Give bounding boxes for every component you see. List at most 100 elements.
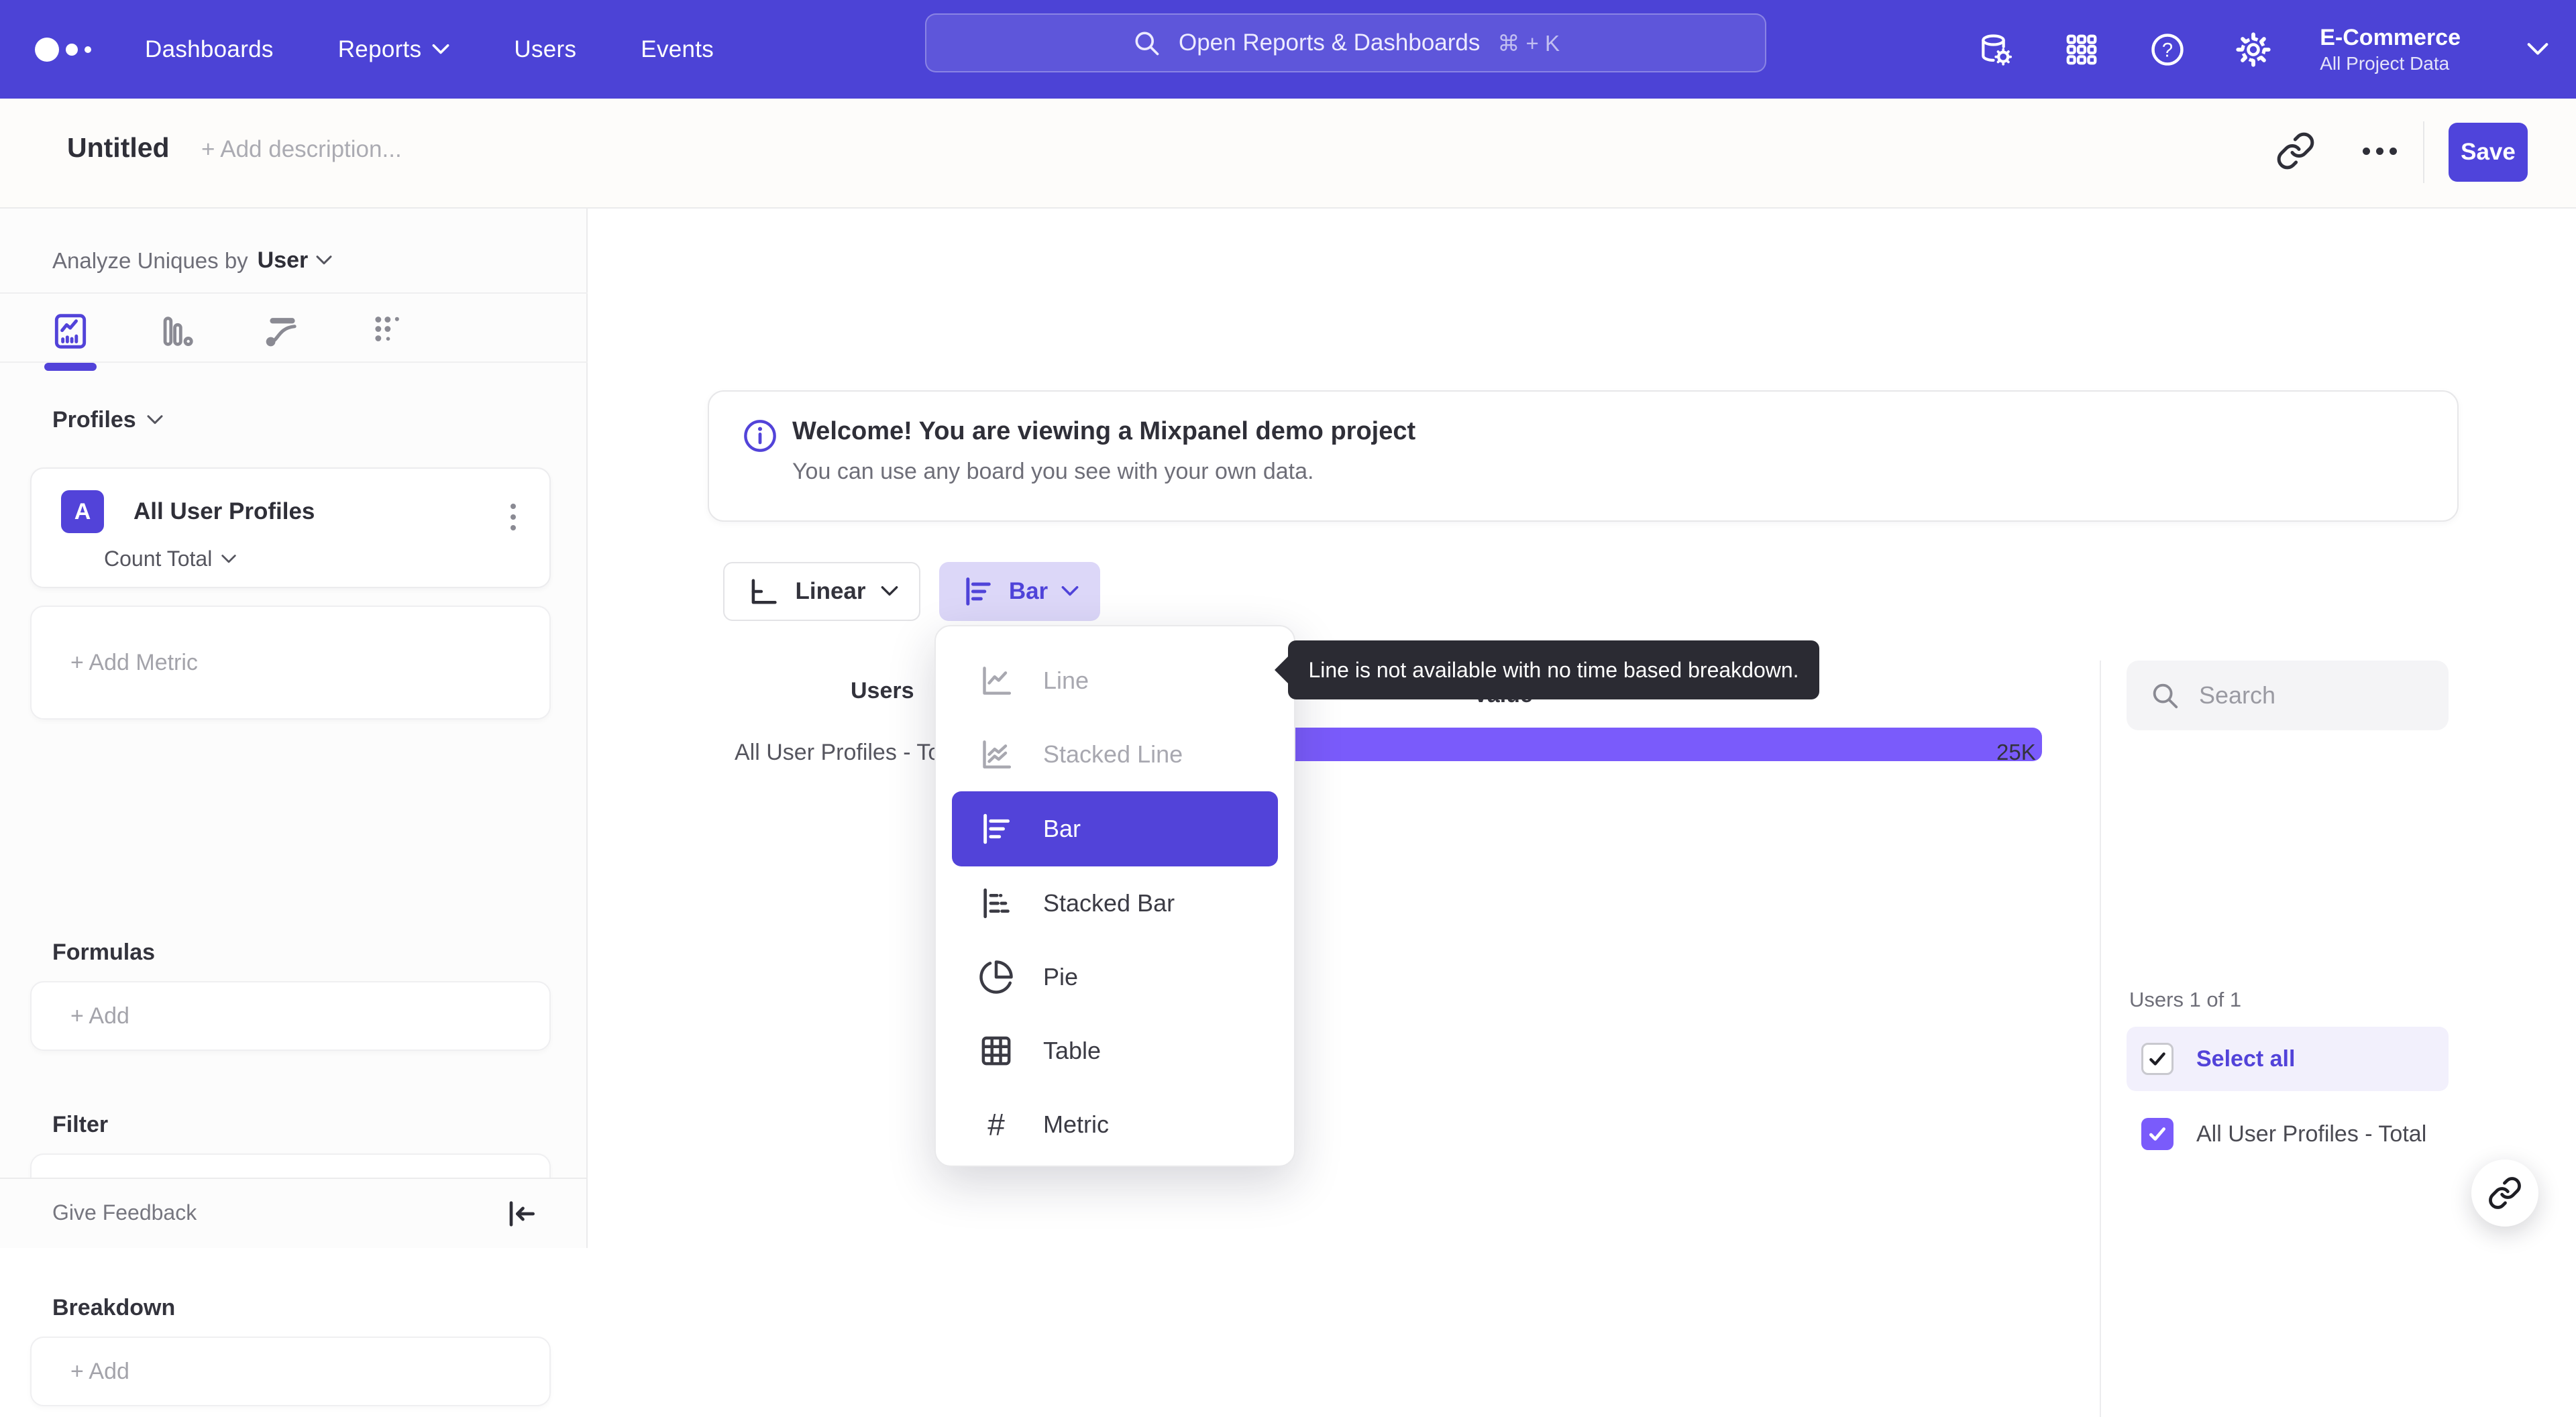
search-shortcut: ⌘ + K: [1497, 30, 1560, 56]
insights-icon: [54, 314, 87, 349]
save-button[interactable]: Save: [2449, 123, 2528, 182]
menu-item-pie[interactable]: Pie: [936, 940, 1294, 1014]
add-description-field[interactable]: + Add description...: [201, 136, 402, 163]
add-metric-button[interactable]: + Add Metric: [30, 606, 551, 720]
series-label: All User Profiles - Total: [2196, 1121, 2427, 1147]
report-title-bar: Untitled + Add description... Save: [0, 99, 2576, 209]
stacked-bar-chart-icon: [977, 885, 1015, 922]
select-all-checkbox[interactable]: [2141, 1043, 2174, 1075]
chevron-down-icon: [1061, 586, 1079, 596]
check-icon: [2149, 1127, 2165, 1141]
search-icon: [1135, 32, 1159, 56]
give-feedback-link[interactable]: Give Feedback: [52, 1200, 197, 1225]
nav-item-reports[interactable]: Reports: [338, 36, 450, 63]
copy-link-icon[interactable]: [2275, 131, 2316, 171]
bar-chart-icon: [966, 577, 991, 606]
filter-section-heading: Filter: [52, 1112, 109, 1137]
line-disabled-tooltip: Line is not available with no time based…: [1288, 640, 1819, 699]
profiles-section-heading[interactable]: Profiles: [52, 407, 163, 433]
retention-icon: [375, 317, 399, 341]
project-name: E-Commerce: [2320, 24, 2461, 50]
link-icon: [2489, 1177, 2521, 1209]
collapse-sidebar-icon[interactable]: [502, 1195, 539, 1233]
apps-grid-icon[interactable]: [2062, 30, 2101, 69]
bar-chart-icon: [977, 810, 1015, 848]
flows-icon: [266, 318, 297, 347]
scale-dropdown-button[interactable]: Linear: [723, 562, 920, 621]
sidebar-footer: Give Feedback: [0, 1178, 586, 1248]
select-all-row[interactable]: Select all: [2127, 1027, 2449, 1091]
nav-item-users[interactable]: Users: [514, 36, 576, 63]
tab-insights[interactable]: [40, 302, 101, 371]
analyze-entity-dropdown[interactable]: User: [258, 247, 333, 274]
legend-count-text: Users 1 of 1: [2129, 988, 2242, 1011]
chevron-down-icon: [316, 256, 332, 265]
chevron-down-icon: [221, 554, 237, 563]
menu-item-bar[interactable]: Bar: [952, 791, 1278, 866]
info-icon: [743, 418, 777, 453]
project-scope: All Project Data: [2320, 53, 2450, 74]
linear-axis-icon: [752, 579, 777, 604]
formulas-section-heading: Formulas: [52, 940, 156, 965]
chevron-down-icon: [147, 415, 163, 424]
query-builder-sidebar: Analyze Uniques by User Profiles A All U…: [0, 209, 588, 1406]
divider: [2423, 121, 2424, 183]
chart-type-dropdown-button[interactable]: Bar: [939, 562, 1100, 621]
add-breakdown-button[interactable]: + Add: [30, 1337, 551, 1406]
divider: [2100, 661, 2101, 1417]
top-nav: Dashboards Reports Users Events Open Rep…: [0, 0, 2576, 99]
series-checkbox[interactable]: [2141, 1118, 2174, 1150]
table-icon: [977, 1032, 1015, 1070]
tab-funnels[interactable]: [146, 302, 207, 360]
banner-title: Welcome! You are viewing a Mixpanel demo…: [792, 417, 1416, 445]
report-title[interactable]: Untitled: [67, 132, 170, 164]
banner-subtitle: You can use any board you see with your …: [792, 459, 1314, 484]
metric-badge: A: [61, 490, 104, 533]
share-link-button[interactable]: [2471, 1159, 2538, 1227]
metric-name[interactable]: All User Profiles: [133, 498, 315, 525]
bar-row-label[interactable]: All User Profiles - Total: [735, 740, 965, 766]
column-header-users[interactable]: Users: [851, 678, 914, 704]
search-icon: [2153, 683, 2178, 709]
metric-card[interactable]: A All User Profiles Count Total: [30, 467, 551, 588]
menu-item-line[interactable]: Line: [936, 644, 1294, 718]
project-switcher[interactable]: E-Commerce All Project Data: [2320, 23, 2461, 76]
primary-nav: Dashboards Reports Users Events: [145, 36, 714, 63]
tab-flows[interactable]: [252, 302, 313, 360]
nav-right-cluster: ? E-Commerce All Project Data: [1976, 0, 2549, 99]
more-options-icon[interactable]: [2356, 131, 2403, 171]
help-icon[interactable]: ?: [2148, 30, 2187, 69]
check-icon: [2149, 1052, 2165, 1066]
search-placeholder: Open Reports & Dashboards: [1178, 30, 1481, 56]
menu-item-metric[interactable]: # Metric: [936, 1088, 1294, 1161]
add-formula-button[interactable]: + Add: [30, 981, 551, 1051]
mixpanel-insights-app: Dashboards Reports Users Events Open Rep…: [0, 0, 2576, 1417]
select-all-label: Select all: [2196, 1045, 2296, 1072]
global-search-input[interactable]: Open Reports & Dashboards ⌘ + K: [925, 13, 1766, 72]
metric-more-options-icon[interactable]: [500, 498, 527, 536]
analyze-uniques-row: Analyze Uniques by User: [52, 247, 332, 274]
pie-chart-icon: [977, 958, 1015, 996]
funnels-icon: [163, 317, 193, 346]
demo-banner: Welcome! You are viewing a Mixpanel demo…: [708, 390, 2459, 522]
nav-item-events[interactable]: Events: [641, 36, 714, 63]
stacked-line-chart-icon: [977, 736, 1015, 773]
legend-search-placeholder: Search: [2199, 681, 2276, 709]
tab-retention[interactable]: [358, 302, 419, 360]
mixpanel-logo-icon[interactable]: [35, 37, 115, 62]
legend-search-input[interactable]: Search: [2127, 661, 2449, 730]
menu-item-stacked-line[interactable]: Stacked Line: [936, 718, 1294, 791]
divider: [0, 361, 588, 363]
hash-icon: #: [987, 1107, 1005, 1142]
report-canvas: Welcome! You are viewing a Mixpanel demo…: [589, 210, 2576, 1417]
nav-item-dashboards[interactable]: Dashboards: [145, 36, 274, 63]
settings-gear-icon[interactable]: [2234, 30, 2273, 69]
menu-item-stacked-bar[interactable]: Stacked Bar: [936, 866, 1294, 940]
menu-item-table[interactable]: Table: [936, 1014, 1294, 1088]
bar-value-label: 25K: [1996, 740, 2036, 764]
data-management-icon[interactable]: [1976, 30, 2015, 69]
chevron-down-icon: [881, 586, 898, 596]
breakdown-section-heading: Breakdown: [52, 1295, 176, 1320]
legend-series-row[interactable]: All User Profiles - Total: [2127, 1102, 2475, 1166]
metric-aggregation-dropdown[interactable]: Count Total: [104, 547, 237, 571]
